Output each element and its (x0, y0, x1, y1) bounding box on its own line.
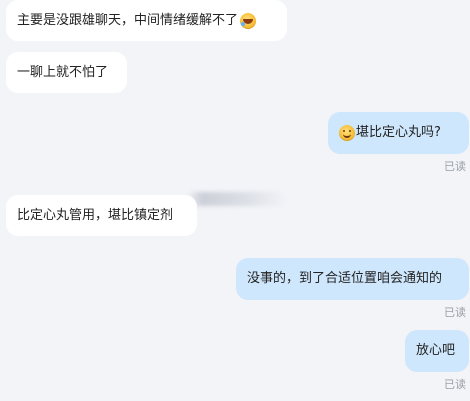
read-receipt: 已读 (444, 160, 466, 173)
message-text: 主要是没跟雄聊天，中间情绪缓解不了 (17, 12, 239, 28)
message-text: 没事的，到了合适位置咱会通知的 (247, 271, 443, 286)
message-text: 堪比定心丸吗? (356, 125, 441, 140)
blurred-content (187, 192, 287, 206)
message-text: 比定心丸管用，堪比镇定剂 (17, 207, 174, 223)
message-bubble-incoming[interactable]: 一聊上就不怕了 (6, 52, 127, 93)
laughing-tears-icon (240, 12, 257, 29)
message-bubble-outgoing[interactable]: 放心吧 (405, 330, 469, 372)
smile-icon (339, 125, 355, 141)
message-text: 一聊上就不怕了 (17, 64, 109, 80)
message-bubble-outgoing[interactable]: 堪比定心丸吗? (328, 112, 469, 154)
message-bubble-outgoing[interactable]: 没事的，到了合适位置咱会通知的 (236, 258, 469, 300)
message-text: 放心吧 (416, 343, 456, 358)
message-bubble-incoming[interactable]: 比定心丸管用，堪比镇定剂 (6, 195, 197, 236)
message-bubble-incoming[interactable]: 主要是没跟雄聊天，中间情绪缓解不了 (6, 0, 287, 41)
read-receipt: 已读 (444, 378, 466, 391)
read-receipt: 已读 (444, 306, 466, 319)
